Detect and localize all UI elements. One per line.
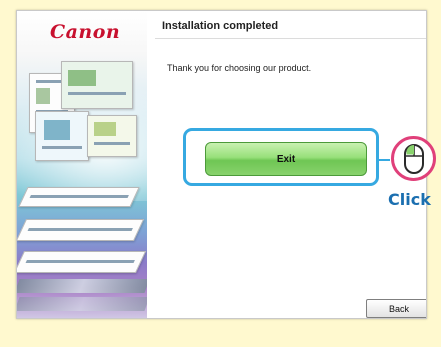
exit-button[interactable]: Exit bbox=[205, 142, 367, 176]
click-label: Click bbox=[388, 190, 431, 209]
document-illustration bbox=[35, 111, 89, 161]
document-illustration bbox=[17, 219, 145, 241]
title-divider bbox=[155, 38, 426, 39]
mouse-icon bbox=[403, 143, 424, 174]
side-banner-illustration: Canon bbox=[17, 11, 147, 318]
document-illustration bbox=[18, 187, 140, 207]
window-title: Installation completed bbox=[162, 20, 279, 32]
mouse-callout bbox=[391, 136, 436, 181]
document-illustration bbox=[87, 115, 137, 157]
document-illustration bbox=[61, 61, 133, 109]
completion-message: Thank you for choosing our product. bbox=[167, 63, 312, 73]
document-illustration bbox=[17, 251, 147, 273]
back-button[interactable]: Back bbox=[366, 299, 426, 318]
callout-connector bbox=[379, 159, 390, 161]
canon-logo: Canon bbox=[50, 21, 121, 43]
